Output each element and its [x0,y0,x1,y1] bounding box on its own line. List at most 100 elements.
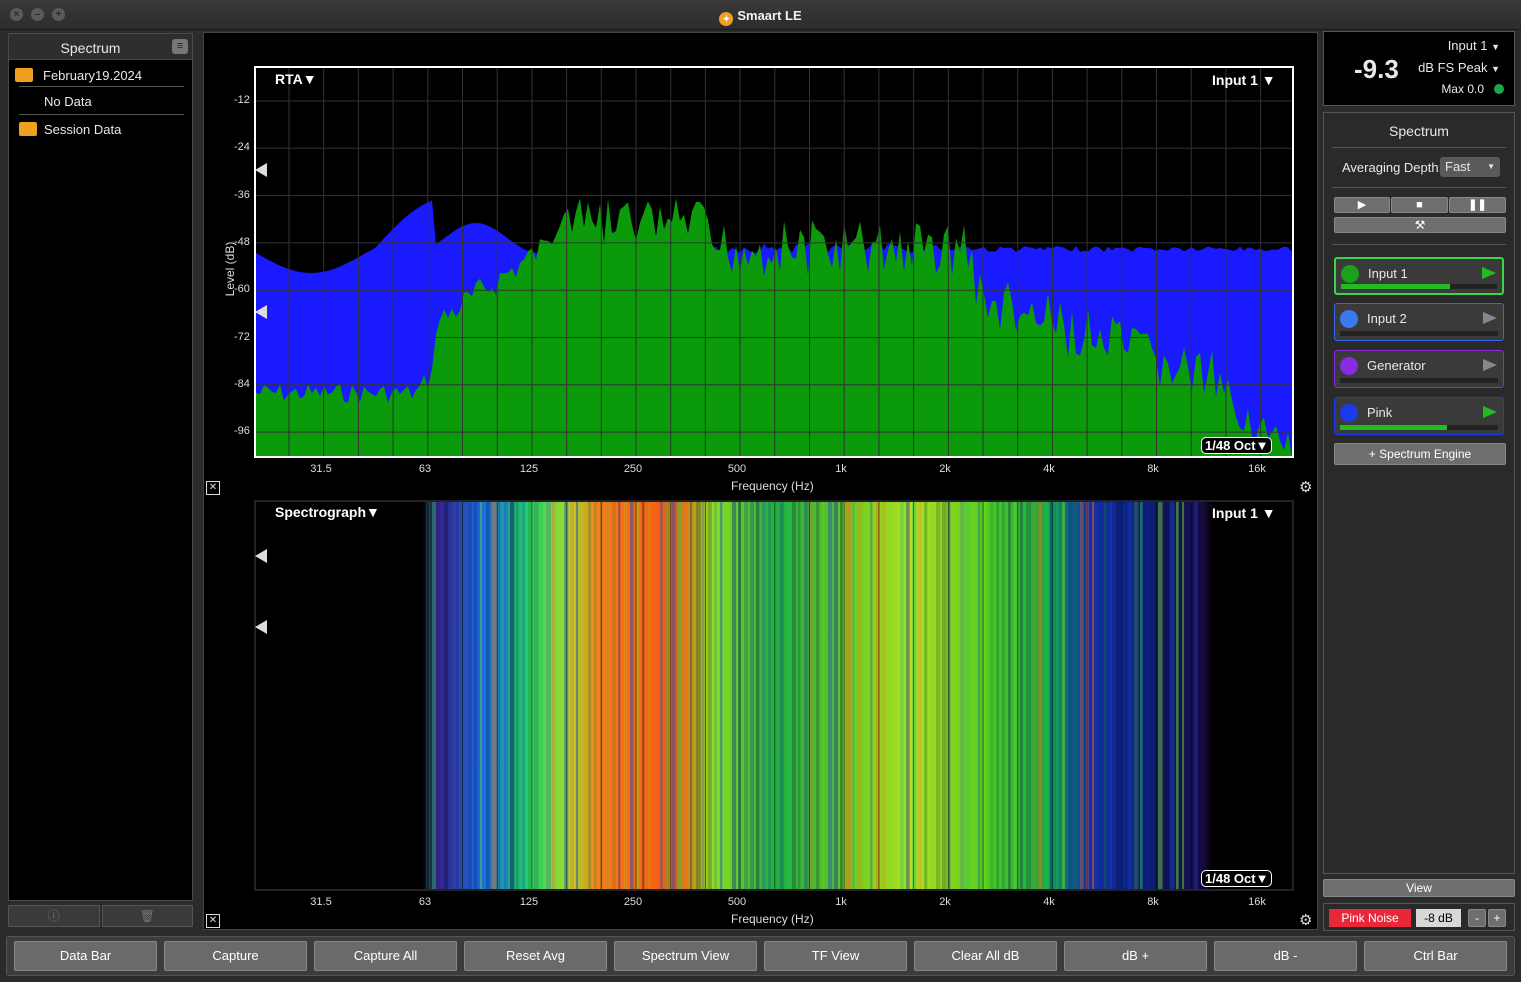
pause-button[interactable]: ❚❚ [1449,197,1506,213]
divider [19,114,184,115]
rta-x-tick-label: 2k [939,463,951,475]
spectrograph-band [1098,502,1102,889]
spectrograph-resolution-selector[interactable]: 1/48 Oct▼ [1201,870,1273,887]
add-spectrum-engine-button[interactable]: + Spectrum Engine [1334,443,1506,465]
play-icon[interactable] [1483,406,1497,418]
spectrograph-band [960,502,965,889]
channel-generator[interactable]: Generator [1334,350,1504,388]
pink-noise-button[interactable]: Pink Noise [1329,909,1411,927]
spectrograph-input-selector[interactable]: Input 1 ▼ [1212,505,1276,521]
spectrograph-band [732,502,737,889]
meter-input-selector[interactable]: Input 1 ▼ [1448,38,1500,53]
close-spectrograph-icon[interactable]: ✕ [206,914,220,928]
spectrograph-band [804,502,809,889]
spectrograph-lower-handle[interactable] [255,620,267,634]
tf-view-button[interactable]: TF View [764,941,907,971]
spectrograph-upper-handle[interactable] [255,549,267,563]
spectrograph-mode-selector[interactable]: Spectrograph▼ [275,504,380,520]
spectrograph-chart [256,502,1292,889]
capture-button[interactable]: Capture [164,941,307,971]
spectrograph-band [930,502,934,889]
spectrograph-band [1152,502,1156,889]
data-bar-button[interactable]: Data Bar [14,941,157,971]
reset-avg-button[interactable]: Reset Avg [464,941,607,971]
data-bar-header: Spectrum ≡ [9,34,192,60]
spectrograph-band [954,502,957,889]
stop-button[interactable]: ■ [1391,197,1448,213]
data-bar-menu-icon[interactable]: ≡ [172,39,188,54]
ctrl-bar-button[interactable]: Ctrl Bar [1364,941,1507,971]
settings-gear-icon[interactable]: ⚙ [1299,480,1315,496]
upper-limit-handle[interactable] [255,163,267,177]
play-icon[interactable] [1482,267,1496,279]
rta-y-tick-label: -48 [234,235,250,248]
view-button[interactable]: View [1323,879,1515,897]
spectrograph-band [1182,502,1185,889]
spectrograph-band [576,502,579,889]
channel-pink[interactable]: Pink [1334,397,1504,435]
chevron-down-icon: ▼ [1491,64,1500,74]
clear-all-db-button[interactable]: Clear All dB [914,941,1057,971]
close-plot-icon[interactable]: ✕ [206,481,220,495]
folder-icon [19,122,37,136]
channel-color-icon [1340,357,1358,375]
channel-input-1[interactable]: Input 1 [1334,257,1504,295]
spectrograph-band [582,502,585,889]
spectrum-view-button[interactable]: Spectrum View [614,941,757,971]
generator-level-down-button[interactable]: - [1468,909,1486,927]
session-data-folder[interactable]: Session Data [44,122,121,137]
spectrograph-x-tick-label: 250 [623,896,643,908]
spectrograph-band [798,502,801,889]
spectrograph-plot[interactable] [254,500,1294,891]
play-icon[interactable] [1483,312,1497,324]
rta-mode-selector[interactable]: RTA▼ [275,71,317,87]
rta-input-selector[interactable]: Input 1 ▼ [1212,72,1276,88]
lower-limit-handle[interactable] [255,305,267,319]
spectrograph-band [1104,502,1107,889]
spectrograph-band [1194,502,1198,889]
spectrograph-band [1044,502,1049,889]
generator-bar: Pink Noise -8 dB - + [1323,903,1515,931]
channel-color-icon [1341,265,1359,283]
spectrograph-band [870,502,873,889]
spectrograph-x-tick-label: 125 [519,896,539,908]
spectrograph-band [822,502,825,889]
rta-y-tick-label: -36 [234,188,250,201]
spectrograph-x-axis-label: Frequency (Hz) [731,912,814,926]
tools-button[interactable]: ⚒ [1334,217,1506,233]
rta-resolution-selector[interactable]: 1/48 Oct▼ [1201,437,1273,454]
generator-level-field[interactable]: -8 dB [1416,909,1461,927]
rta-x-tick-label: 250 [623,463,643,475]
db-minus-button[interactable]: dB - [1214,941,1357,971]
spectrograph-settings-gear-icon[interactable]: ⚙ [1299,913,1315,929]
rta-plot[interactable] [254,66,1294,458]
play-button[interactable]: ▶ [1334,197,1390,213]
capture-all-button[interactable]: Capture All [314,941,457,971]
rta-x-tick-label: 8k [1147,463,1159,475]
rta-x-tick-label: 4k [1043,463,1055,475]
spectrograph-band [438,502,441,889]
generator-level-up-button[interactable]: + [1488,909,1506,927]
spectrograph-band [750,502,754,889]
db-plus-button[interactable]: dB + [1064,941,1207,971]
data-bar-footer: ⓘ 🗑 [8,905,193,927]
spectrograph-band [1008,502,1011,889]
channel-input-2[interactable]: Input 2 [1334,303,1504,341]
averaging-depth-select[interactable]: Fast ▼ [1440,157,1500,177]
spectrograph-band [552,502,556,889]
spectrograph-band [936,502,941,889]
data-folder-february[interactable]: February19.2024 [43,68,142,83]
spectrograph-band [1200,502,1203,889]
spectrograph-band [1068,502,1073,889]
data-bar-title: Spectrum [60,40,121,56]
spectrograph-band [534,502,539,889]
spectrograph-band [498,502,501,889]
trash-icon[interactable]: 🗑 [101,905,193,927]
rta-x-tick-label: 1k [835,463,847,475]
play-icon[interactable] [1483,359,1497,371]
info-icon[interactable]: ⓘ [8,905,100,927]
meter-unit-selector[interactable]: dB FS Peak ▼ [1418,60,1500,75]
meter-value: -9.3 [1354,54,1399,84]
spectrograph-band [714,502,717,889]
spectrograph-band [678,502,683,889]
